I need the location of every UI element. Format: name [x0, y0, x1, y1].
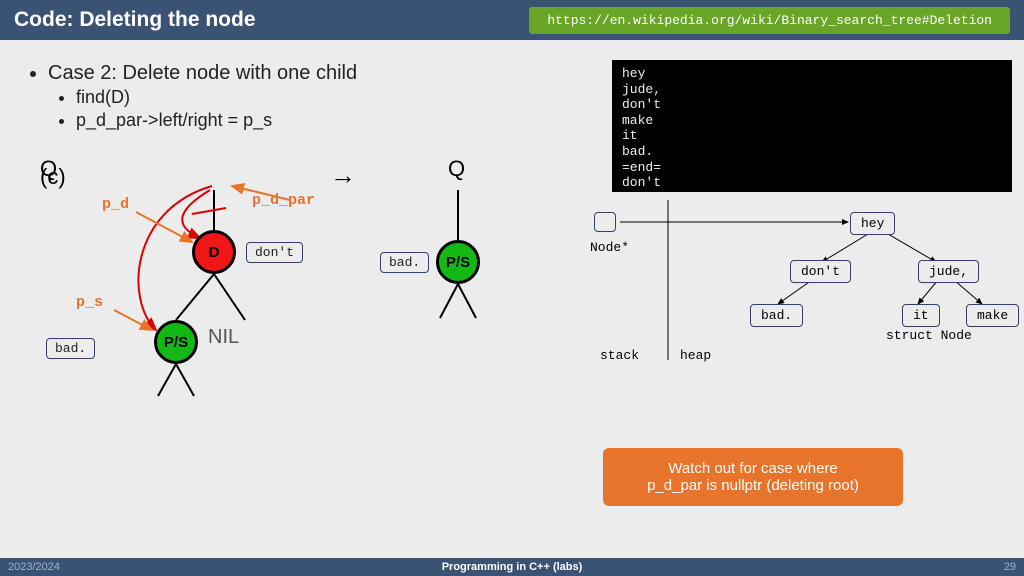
label-p-s: p_s [76, 294, 103, 311]
bullet-sub2: p_d_par->left/right = p_s [76, 110, 357, 131]
bullets: Case 2: Delete node with one child find(… [28, 60, 357, 133]
terminal-output: hey jude, don't make it bad. =end= don't [612, 60, 1012, 192]
node-PS1: P/S [154, 320, 198, 364]
warning-line2: p_d_par is nullptr (deleting root) [613, 477, 893, 494]
label-p-d-par: p_d_par [252, 192, 315, 209]
heap-node-4: it [902, 304, 940, 327]
footer-center: Programming in C++ (labs) [0, 561, 1024, 573]
box-bad1: bad. [46, 338, 95, 359]
label-stack: stack [600, 348, 639, 363]
heap-node-5: make [966, 304, 1019, 327]
box-dont: don't [246, 242, 303, 263]
bullet-sub1: find(D) [76, 87, 357, 108]
page-title: Code: Deleting the node [14, 8, 256, 32]
node-NIL: NIL [208, 326, 239, 349]
heap-node-1: don't [790, 260, 851, 283]
label-nodestar: Node* [590, 240, 629, 255]
node-Q1: Q [40, 156, 57, 182]
node-PS2: P/S [436, 240, 480, 284]
heap-node-3: bad. [750, 304, 803, 327]
arrow-icon: → [330, 160, 356, 191]
stack-pointer-box [594, 212, 616, 232]
label-heap: heap [680, 348, 711, 363]
diagram-deletion: (c) Q → Q p_d p_d_par p_s D P/S NIL P/S … [40, 150, 540, 410]
label-struct-node: struct Node [886, 328, 972, 343]
box-bad2: bad. [380, 252, 429, 273]
bullet-main: Case 2: Delete node with one child [48, 62, 357, 84]
heap-diagram: Node* stack heap struct Node hey don't j… [590, 200, 1010, 380]
node-D: D [192, 230, 236, 274]
label-p-d: p_d [102, 196, 129, 213]
node-Q2: Q [448, 156, 465, 182]
heap-node-2: jude, [918, 260, 979, 283]
heap-node-0: hey [850, 212, 895, 235]
warning-line1: Watch out for case where [613, 460, 893, 477]
reference-url: https://en.wikipedia.org/wiki/Binary_sea… [529, 7, 1010, 34]
warning-callout: Watch out for case where p_d_par is null… [603, 448, 903, 506]
